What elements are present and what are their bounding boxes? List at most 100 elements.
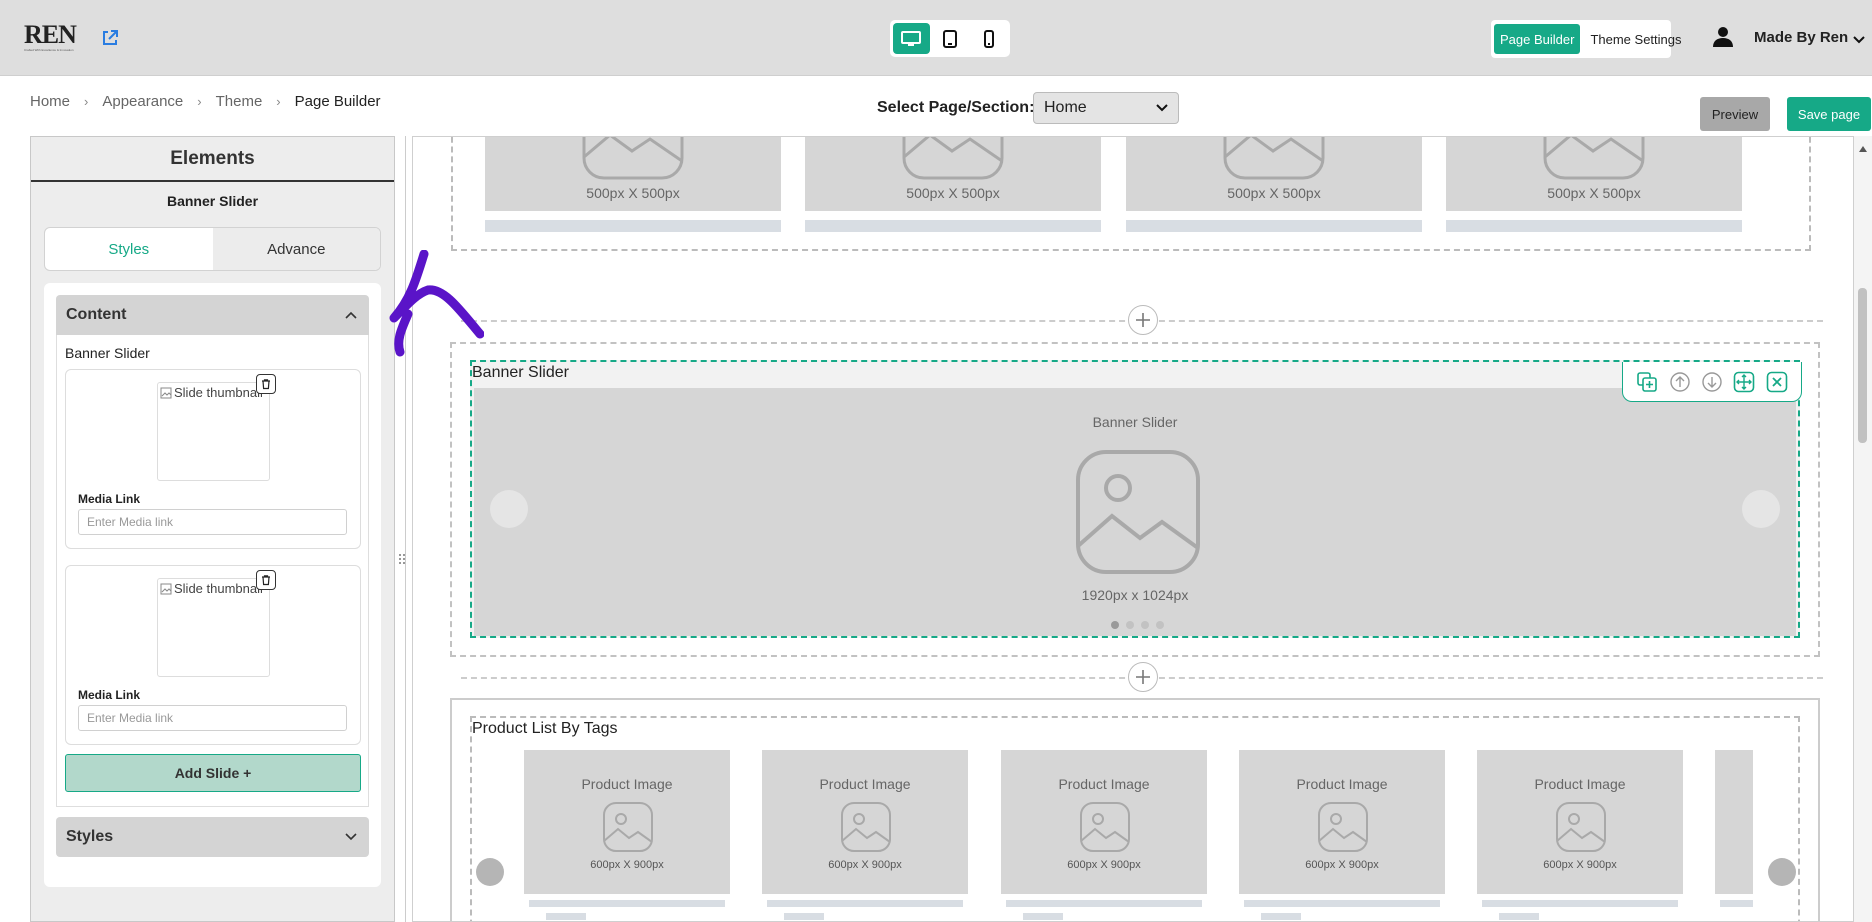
styles-accordion-header[interactable]: Styles xyxy=(56,817,369,857)
product-prev-button[interactable] xyxy=(476,858,504,886)
duplicate-button[interactable] xyxy=(1635,370,1659,394)
breadcrumb-theme[interactable]: Theme xyxy=(216,93,263,110)
breadcrumb-appearance[interactable]: Appearance xyxy=(102,93,183,110)
mobile-icon xyxy=(983,29,994,48)
image-card[interactable]: 500px X 500px xyxy=(1446,137,1742,232)
image-card[interactable]: 500px X 500px xyxy=(485,137,781,232)
panel-title: Elements xyxy=(31,137,394,182)
plus-icon xyxy=(1136,313,1150,327)
scroll-thumb[interactable] xyxy=(1858,288,1867,443)
desktop-icon xyxy=(901,30,922,46)
product-image-dimensions: 600px X 900px xyxy=(1067,859,1141,871)
product-list-element[interactable]: Product List By Tags Product Image 600px… xyxy=(470,716,1800,921)
user-name[interactable]: Made By Ren xyxy=(1754,29,1848,46)
add-section-button[interactable] xyxy=(1128,662,1158,692)
slider-next-button[interactable] xyxy=(1742,490,1780,528)
slide-card: Slide thumbnail Media Link xyxy=(65,369,361,549)
image-card[interactable]: 500px X 500px xyxy=(1126,137,1422,232)
logo[interactable]: REN Crafted With Excellence & Innovation xyxy=(24,22,82,56)
theme-settings-button[interactable]: Theme Settings xyxy=(1580,24,1691,54)
desktop-view-button[interactable] xyxy=(893,23,930,54)
product-card[interactable]: Product Image 600px X 900px xyxy=(762,750,968,921)
drag-move-button[interactable] xyxy=(1732,370,1756,394)
move-up-button[interactable] xyxy=(1668,370,1692,394)
product-image-label: Product Image xyxy=(1296,776,1388,792)
page-builder-button[interactable]: Page Builder xyxy=(1494,24,1581,54)
section-banner[interactable]: Banner Slider Banner Slider 1920px x 102… xyxy=(450,342,1820,657)
content-accordion-header[interactable]: Content xyxy=(56,295,369,335)
chevron-down-icon xyxy=(345,833,357,841)
product-card[interactable]: Product Image 600px X 900px xyxy=(1477,750,1683,921)
pagination-dot[interactable] xyxy=(1156,621,1164,629)
pagination-dot[interactable] xyxy=(1126,621,1134,629)
slider-pagination xyxy=(1111,621,1164,629)
image-card[interactable]: 500px X 500px xyxy=(805,137,1101,232)
image-placeholder-icon xyxy=(902,137,1004,180)
image-placeholder-icon xyxy=(1556,802,1606,852)
remove-element-button[interactable] xyxy=(1765,370,1789,394)
tab-styles[interactable]: Styles xyxy=(45,228,213,270)
content-accordion-title: Content xyxy=(66,306,127,323)
add-section-row xyxy=(461,305,1823,335)
product-image-dimensions: 600px X 900px xyxy=(590,859,664,871)
top-bar: REN Crafted With Excellence & Innovation… xyxy=(0,0,1872,76)
product-card-partial[interactable] xyxy=(1715,750,1753,921)
user-icon[interactable] xyxy=(1712,26,1734,48)
tablet-view-button[interactable] xyxy=(932,23,969,54)
delete-slide-button[interactable] xyxy=(256,570,276,590)
logo-mark: REN xyxy=(24,20,77,49)
delete-slide-button[interactable] xyxy=(256,374,276,394)
pagination-dot[interactable] xyxy=(1111,621,1119,629)
image-placeholder-icon xyxy=(1318,802,1368,852)
arrow-down-icon xyxy=(1702,371,1722,392)
duplicate-icon xyxy=(1637,371,1657,392)
broken-image-icon xyxy=(160,387,172,398)
section-products[interactable]: Product List By Tags Product Image 600px… xyxy=(450,698,1820,921)
image-dimensions: 500px X 500px xyxy=(906,185,1000,201)
logo-tagline: Crafted With Excellence & Innovation xyxy=(24,48,74,52)
save-page-button[interactable]: Save page xyxy=(1787,97,1871,131)
media-link-label: Media Link xyxy=(78,492,141,506)
chevron-right-icon: › xyxy=(197,94,202,109)
breadcrumb-page-builder: Page Builder xyxy=(294,93,381,110)
preview-button[interactable]: Preview xyxy=(1700,97,1770,131)
page-select[interactable]: Home xyxy=(1033,92,1179,124)
page-canvas: 500px X 500px 500px X 500px 500px X 500p… xyxy=(412,136,1854,922)
pagination-dot[interactable] xyxy=(1141,621,1149,629)
breadcrumb: Home › Appearance › Theme › Page Builder xyxy=(30,93,381,110)
image-dimensions: 500px X 500px xyxy=(1547,185,1641,201)
banner-slider-element[interactable]: Banner Slider Banner Slider 1920px x 102… xyxy=(470,360,1802,638)
add-section-button[interactable] xyxy=(1128,305,1158,335)
move-down-button[interactable] xyxy=(1700,370,1724,394)
breadcrumb-home[interactable]: Home xyxy=(30,93,70,110)
media-link-input[interactable] xyxy=(78,705,347,731)
product-list-title: Product List By Tags xyxy=(472,720,618,737)
external-link-icon[interactable] xyxy=(100,28,120,48)
broken-image-icon xyxy=(160,583,172,594)
trash-icon xyxy=(262,575,270,586)
banner-slide: Banner Slider 1920px x 1024px xyxy=(474,388,1796,636)
elements-panel: Elements Banner Slider Styles Advance Co… xyxy=(30,136,395,922)
product-image-label: Product Image xyxy=(819,776,911,792)
mobile-view-button[interactable] xyxy=(970,23,1007,54)
product-next-button[interactable] xyxy=(1768,858,1796,886)
page-select-value: Home xyxy=(1044,99,1087,116)
slider-prev-button[interactable] xyxy=(490,490,528,528)
product-image-label: Product Image xyxy=(581,776,673,792)
add-slide-button[interactable]: Add Slide + xyxy=(65,754,361,792)
product-card[interactable]: Product Image 600px X 900px xyxy=(1239,750,1445,921)
chevron-down-icon[interactable] xyxy=(1852,32,1866,44)
product-card[interactable]: Product Image 600px X 900px xyxy=(524,750,730,921)
scroll-up-arrow[interactable] xyxy=(1858,140,1868,152)
element-toolbar xyxy=(1622,362,1802,402)
image-dimensions: 500px X 500px xyxy=(1227,185,1321,201)
image-placeholder-icon xyxy=(1543,137,1645,180)
image-placeholder-icon xyxy=(841,802,891,852)
tab-advance[interactable]: Advance xyxy=(212,228,380,270)
canvas-scrollbar[interactable] xyxy=(1854,136,1872,922)
slide-card: Slide thumbnail Media Link xyxy=(65,565,361,745)
plus-icon xyxy=(1136,670,1150,684)
product-card[interactable]: Product Image 600px X 900px xyxy=(1001,750,1207,921)
media-link-input[interactable] xyxy=(78,509,347,535)
chevron-right-icon: › xyxy=(276,94,281,109)
